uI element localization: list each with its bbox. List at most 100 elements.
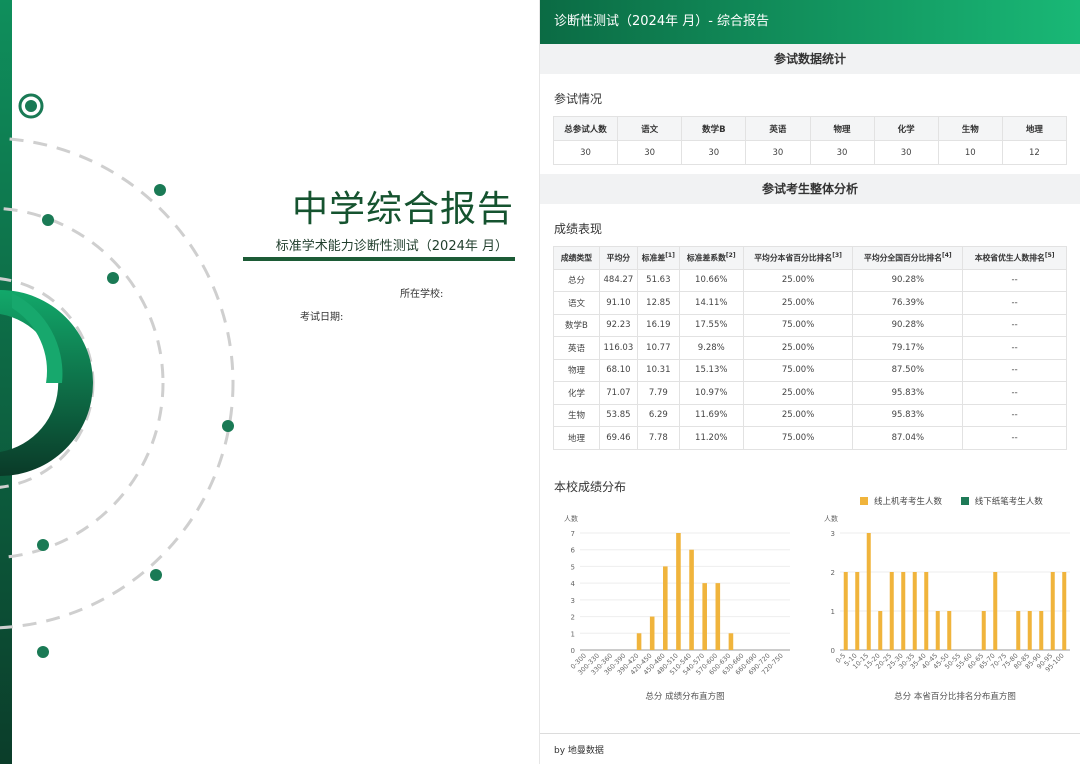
participation-header-cell: 物理 (809, 116, 875, 141)
histogram-total-score: 人数012345670-300300-330330-360360-390390-… (564, 514, 790, 702)
participation-header-cell: 数学B (681, 116, 747, 141)
participation-value-cell: 12 (1001, 140, 1068, 165)
performance-cell: 87.50% (852, 358, 964, 382)
performance-cell: 25.00% (742, 381, 854, 405)
performance-cell: 17.55% (678, 313, 744, 337)
performance-header-label: 标准差 (641, 253, 666, 263)
performance-cell: 10.66% (678, 268, 744, 292)
chart-title: 总分 本省百分比排名分布直方图 (894, 691, 1016, 702)
performance-cell: 92.23 (598, 313, 638, 337)
participation-header-cell: 英语 (745, 116, 811, 141)
distribution-title: 本校成绩分布 (554, 480, 627, 494)
performance-cell: 11.69% (678, 403, 744, 427)
participation-header-cell: 地理 (1001, 116, 1068, 141)
school-label: 所在学校: (400, 289, 444, 300)
performance-cell: 12.85 (636, 291, 680, 315)
table-row: 化学 71.07 7.79 10.97% 25.00% 95.83% -- (553, 381, 1067, 405)
table-row: 物理 68.10 10.31 15.13% 75.00% 87.50% -- (553, 358, 1067, 382)
performance-cell: 10.97% (678, 381, 744, 405)
performance-cell: -- (962, 358, 1067, 382)
date-label: 考试日期: (300, 312, 344, 323)
chart-bar (843, 572, 848, 650)
performance-cell: 76.39% (852, 291, 964, 315)
chart-bar (889, 572, 894, 650)
y-tick-label: 6 (571, 547, 576, 555)
participation-header-cell: 语文 (617, 116, 683, 141)
performance-cell: -- (962, 291, 1067, 315)
performance-cell: 9.28% (678, 336, 744, 360)
table-row: 总分 484.27 51.63 10.66% 25.00% 90.28% -- (553, 268, 1067, 292)
table-row: 语文 91.10 12.85 14.11% 25.00% 76.39% -- (553, 291, 1067, 315)
y-tick-label: 4 (571, 580, 576, 588)
chart-bar (715, 583, 721, 650)
performance-cell: 7.78 (636, 426, 680, 450)
performance-header-footnote: [3] (832, 251, 842, 259)
chart-bar (912, 572, 917, 650)
performance-cell: -- (962, 313, 1067, 337)
performance-cell: 语文 (553, 291, 600, 315)
performance-cell: 生物 (553, 403, 600, 427)
performance-cell: 95.83% (852, 403, 964, 427)
performance-cell: 75.00% (742, 313, 854, 337)
participation-header-cell: 化学 (873, 116, 939, 141)
performance-cell: 91.10 (598, 291, 638, 315)
table-row: 英语 116.03 10.77 9.28% 25.00% 79.17% -- (553, 336, 1067, 360)
performance-table: 成绩类型 平均分 标准差[1] 标准差系数[2] 平均分本省百分比排名[3] 平均分全国百… (553, 246, 1067, 450)
performance-header-cell: 本校省优生人数排名[5] (962, 246, 1067, 270)
y-tick-label: 1 (571, 630, 575, 638)
performance-cell: 总分 (553, 268, 600, 292)
performance-cell: -- (962, 381, 1067, 405)
participation-table: 总参试人数 语文 数学B 英语 物理 化学 生物 地理 30 30 30 30 30 30 10 12 (552, 116, 1068, 165)
participation-value-cell: 30 (745, 140, 811, 165)
chart-bar (1039, 611, 1044, 650)
chart-bar (924, 572, 929, 650)
performance-cell: -- (962, 268, 1067, 292)
performance-cell: 10.31 (636, 358, 680, 382)
chart-bar (878, 611, 883, 650)
performance-header-label: 成绩类型 (560, 253, 593, 263)
performance-header-footnote: [4] (942, 251, 952, 259)
table-row: 地理 69.46 7.78 11.20% 75.00% 87.04% -- (553, 426, 1067, 450)
histogram-province-rank: 人数01230-55-1010-1515-2020-2525-3030-3535… (824, 514, 1070, 702)
y-tick-label: 5 (571, 563, 575, 571)
legend-swatch-offline (960, 497, 969, 505)
performance-cell: 地理 (553, 426, 600, 450)
performance-header-cell: 平均分本省百分比排名[3] (742, 246, 854, 270)
performance-header-cell: 标准差系数[2] (678, 246, 744, 270)
performance-cell: 69.46 (598, 426, 638, 450)
performance-header-cell: 平均分 (598, 246, 638, 270)
performance-header-label: 标准差系数 (686, 253, 726, 263)
participation-header-cell: 总参试人数 (552, 116, 619, 141)
performance-header-label: 平均分本省百分比排名 (754, 253, 833, 263)
subtitle-participation: 参试情况 (554, 92, 603, 106)
chart-bar (866, 533, 871, 650)
chart-bar (901, 572, 906, 650)
performance-cell: 15.13% (678, 358, 744, 382)
performance-cell: 11.20% (678, 426, 744, 450)
footer-text: by 地曼数据 (554, 746, 604, 756)
chart-bar (1062, 572, 1067, 650)
performance-cell: 化学 (553, 381, 600, 405)
subtitle-performance: 成绩表现 (554, 222, 603, 236)
y-tick-label: 3 (571, 597, 575, 605)
cover-rule (243, 257, 515, 261)
cover-title: 中学综合报告 (291, 189, 514, 230)
chart-bar (981, 611, 986, 650)
performance-header-cell: 平均分全国百分比排名[4] (852, 246, 964, 270)
performance-cell: -- (962, 426, 1067, 450)
performance-cell: 68.10 (598, 358, 638, 382)
performance-cell: 25.00% (742, 403, 854, 427)
chart-title: 总分 成绩分布直方图 (645, 691, 724, 702)
footer-rule (540, 733, 1080, 734)
legend-label-offline: 线下纸笔考生人数 (974, 497, 1043, 507)
performance-cell: 英语 (553, 336, 600, 360)
chart-bar (1027, 611, 1032, 650)
performance-cell: 6.29 (636, 403, 680, 427)
participation-value-cell: 10 (937, 140, 1003, 165)
legend-label-online: 线上机考考生人数 (874, 497, 943, 507)
chart-bar (993, 572, 998, 650)
performance-cell: 53.85 (598, 403, 638, 427)
performance-header-cell: 成绩类型 (553, 246, 600, 270)
performance-cell: 25.00% (742, 268, 854, 292)
chart-bar (689, 549, 694, 650)
